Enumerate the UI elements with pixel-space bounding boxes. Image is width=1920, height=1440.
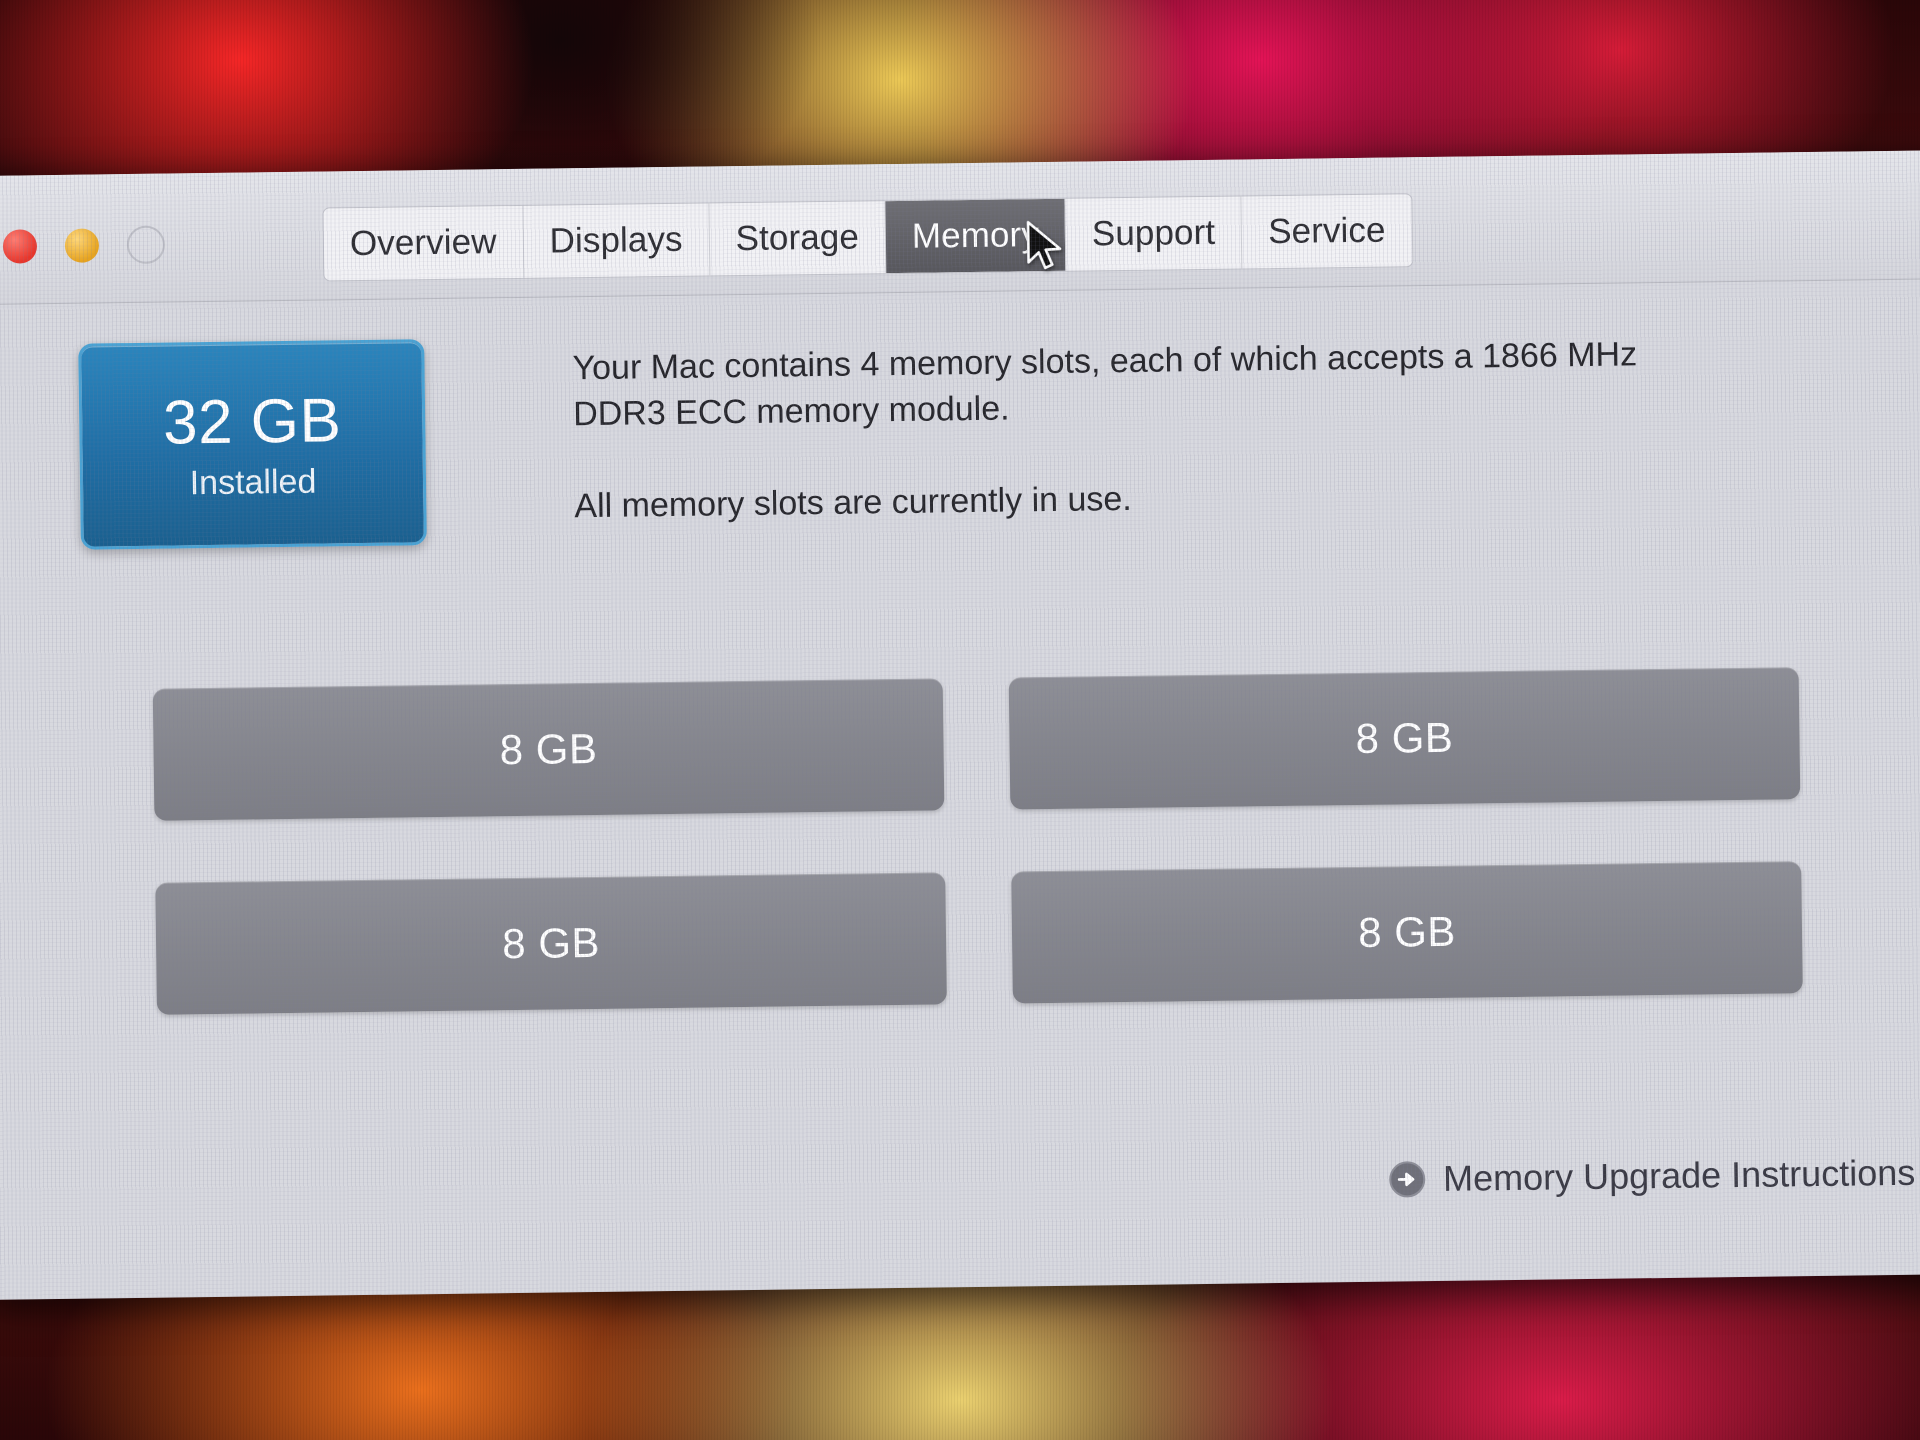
tab-service[interactable]: Service [1242, 194, 1412, 268]
tab-bar: Overview Displays Storage Memory Support… [322, 193, 1414, 282]
memory-slot: 8 GB [155, 872, 947, 1015]
memory-slot-label: 8 GB [1357, 907, 1457, 956]
memory-slot-grid: 8 GB 8 GB 8 GB 8 GB [152, 667, 1803, 1015]
tab-storage[interactable]: Storage [709, 201, 887, 276]
memory-upgrade-instructions-label: Memory Upgrade Instructions [1442, 1151, 1916, 1199]
window-titlebar: Overview Displays Storage Memory Support… [0, 150, 1920, 305]
memory-pane: 32 GB Installed Your Mac contains 4 memo… [0, 279, 1920, 1300]
tab-displays[interactable]: Displays [523, 203, 711, 278]
zoom-button-icon [126, 225, 166, 265]
traffic-light-group [2, 225, 166, 266]
installed-memory-badge: 32 GB Installed [78, 339, 427, 550]
tab-support[interactable]: Support [1065, 196, 1243, 271]
memory-upgrade-instructions-link[interactable]: Memory Upgrade Instructions [1387, 1152, 1916, 1201]
mouse-cursor-icon [1026, 220, 1062, 270]
close-button-icon[interactable] [2, 229, 38, 264]
memory-slot: 8 GB [1008, 667, 1801, 810]
memory-description: Your Mac contains 4 memory slots, each o… [572, 331, 1694, 530]
memory-slot-label: 8 GB [1355, 713, 1454, 763]
arrow-right-circle-icon [1389, 1161, 1426, 1198]
memory-slot: 8 GB [152, 678, 945, 821]
installed-memory-state: Installed [189, 462, 317, 503]
memory-slot: 8 GB [1011, 861, 1803, 1004]
about-this-mac-window: Overview Displays Storage Memory Support… [0, 150, 1920, 1300]
memory-description-paragraph-1: Your Mac contains 4 memory slots, each o… [572, 335, 1638, 434]
memory-slot-label: 8 GB [499, 724, 598, 774]
installed-memory-size: 32 GB [162, 386, 342, 458]
minimize-button-icon[interactable] [64, 228, 100, 263]
tab-overview[interactable]: Overview [323, 205, 525, 281]
memory-description-paragraph-2: All memory slots are currently in use. [574, 480, 1132, 526]
memory-slot-label: 8 GB [501, 918, 601, 968]
about-this-mac-window-wrapper: Overview Displays Storage Memory Support… [0, 150, 1920, 1300]
